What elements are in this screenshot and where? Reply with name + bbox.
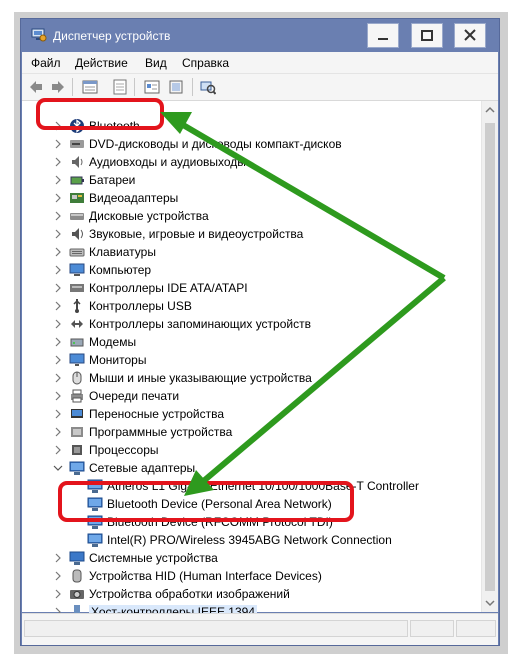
green-arrows xyxy=(160,112,446,496)
annotation-arrows xyxy=(160,112,446,496)
